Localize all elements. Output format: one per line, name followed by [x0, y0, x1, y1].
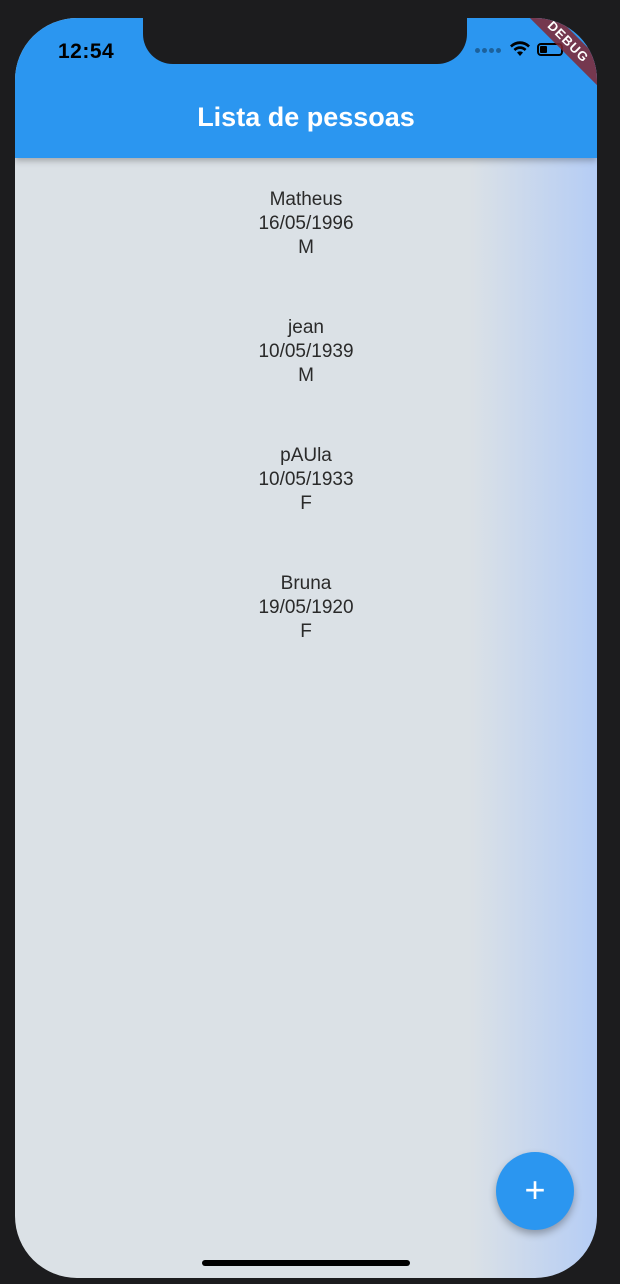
person-birth-date: 10/05/1939: [258, 341, 354, 362]
add-person-button[interactable]: +: [496, 1152, 574, 1230]
signal-icon: [475, 40, 503, 58]
list-item[interactable]: Matheus 16/05/1996 M: [15, 188, 597, 316]
app-screen: 12:54 DEBUG Lista de pessoas Matheus 16/…: [15, 18, 597, 1278]
status-icons: [475, 40, 563, 58]
plus-icon: +: [524, 1169, 546, 1210]
person-birth-date: 16/05/1996: [258, 213, 354, 234]
person-sex: M: [298, 237, 314, 258]
person-sex: F: [300, 493, 312, 514]
person-sex: M: [298, 365, 314, 386]
notch: [143, 18, 467, 64]
list-item[interactable]: pAUla 10/05/1933 F: [15, 444, 597, 572]
person-birth-date: 19/05/1920: [258, 597, 354, 618]
status-time: 12:54: [58, 40, 115, 63]
phone-frame: 12:54 DEBUG Lista de pessoas Matheus 16/…: [0, 0, 620, 1284]
page-title: Lista de pessoas: [197, 102, 415, 132]
people-list: Matheus 16/05/1996 M jean 10/05/1939 M p…: [15, 188, 597, 700]
person-name: jean: [288, 317, 324, 338]
person-birth-date: 10/05/1933: [258, 469, 354, 490]
list-item[interactable]: Bruna 19/05/1920 F: [15, 572, 597, 700]
person-name: Bruna: [280, 573, 332, 594]
battery-level: [540, 45, 547, 53]
person-name: Matheus: [269, 189, 343, 210]
person-name: pAUla: [280, 445, 332, 466]
wifi-icon: [510, 41, 530, 56]
list-item[interactable]: jean 10/05/1939 M: [15, 316, 597, 444]
home-indicator[interactable]: [202, 1260, 410, 1266]
person-sex: F: [300, 621, 312, 642]
